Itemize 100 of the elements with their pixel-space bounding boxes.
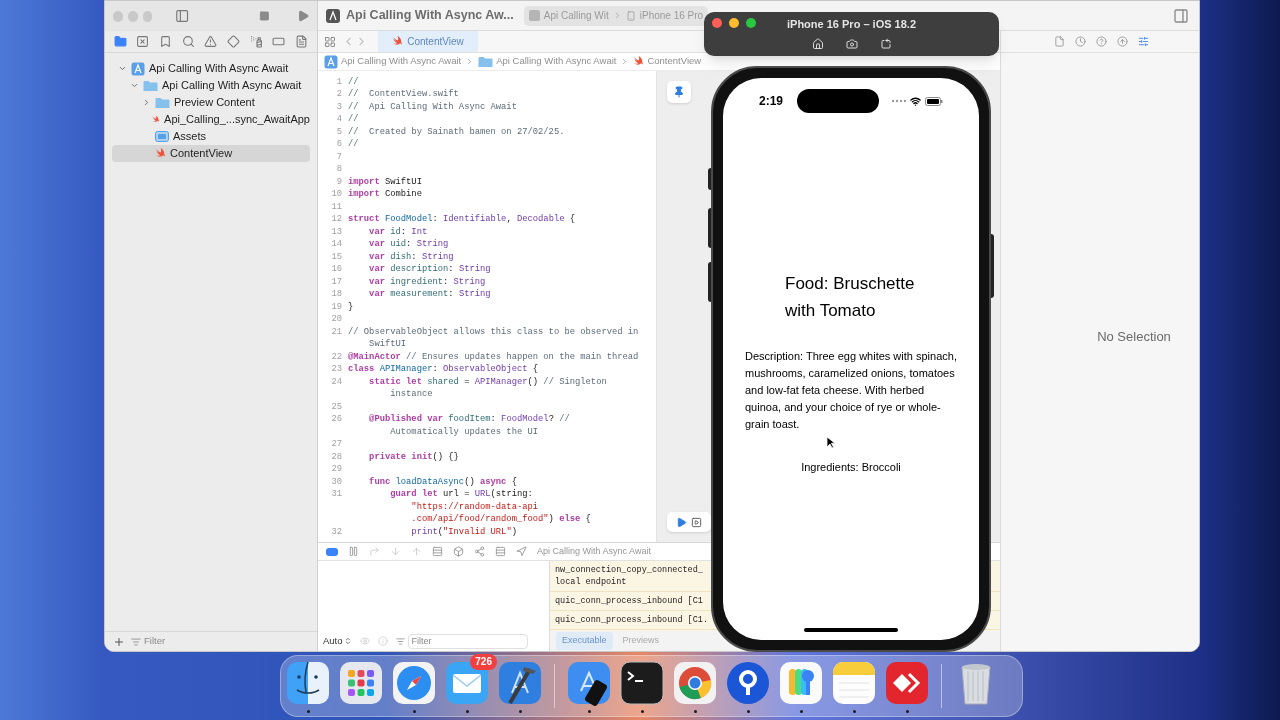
run-icon[interactable] bbox=[296, 9, 309, 23]
minimize-button[interactable] bbox=[729, 18, 739, 28]
chevron-right-icon[interactable] bbox=[142, 98, 151, 107]
running-indicator bbox=[412, 710, 416, 713]
line-number: 28 bbox=[331, 451, 342, 462]
bookmark-icon[interactable] bbox=[159, 35, 173, 48]
simulator-title: iPhone 16 Pro – iOS 18.2 bbox=[787, 17, 916, 32]
line-number: 24 bbox=[331, 376, 342, 387]
warning-icon[interactable] bbox=[204, 35, 218, 48]
home-icon[interactable] bbox=[811, 37, 824, 50]
clock-icon[interactable] bbox=[1075, 36, 1086, 47]
circle-ring-icon[interactable] bbox=[671, 659, 719, 707]
compass-icon[interactable] bbox=[390, 659, 438, 707]
line-number: 10 bbox=[331, 189, 342, 200]
layers-icon[interactable] bbox=[495, 546, 506, 557]
tree-item[interactable]: Api Calling With Async Await bbox=[112, 60, 310, 77]
sliders-icon[interactable] bbox=[1138, 36, 1149, 47]
terminal-icon[interactable] bbox=[618, 659, 666, 707]
line-number: 21 bbox=[331, 326, 342, 337]
filter-icon bbox=[395, 636, 405, 646]
code-line: print("Invalid URL") bbox=[410, 525, 517, 539]
debug-area-icon[interactable] bbox=[326, 547, 338, 556]
code-line: @Published var foodItem: FoodModel? // bbox=[368, 413, 570, 427]
grid-icon[interactable] bbox=[324, 35, 336, 48]
food-title: Food: Bruschette with Tomato bbox=[785, 273, 916, 322]
running-indicator bbox=[640, 710, 644, 713]
code-line: var dish: String bbox=[368, 250, 454, 264]
play-icon[interactable] bbox=[676, 516, 687, 528]
close-button[interactable] bbox=[712, 18, 722, 28]
app-grid-icon[interactable] bbox=[337, 659, 385, 707]
finder-icon[interactable] bbox=[284, 659, 332, 707]
tree-item[interactable]: Api Calling With Async Await bbox=[112, 77, 310, 94]
food-description: Description: Three egg whites with spinach, mushrooms, caramelized onions, tomatoes and low-fat feta cheese. With herbed quinoa, and your choice of rye or whole-grain toast. bbox=[745, 349, 957, 432]
project-icon bbox=[131, 61, 145, 76]
notepad-icon[interactable] bbox=[830, 659, 878, 707]
zoom-button[interactable] bbox=[746, 18, 756, 28]
device-icon[interactable] bbox=[691, 516, 702, 528]
nodes-icon[interactable] bbox=[474, 546, 485, 557]
code-line: instance bbox=[389, 388, 433, 402]
pause-icon[interactable] bbox=[348, 546, 359, 557]
spray-can-icon[interactable] bbox=[249, 35, 263, 48]
folder-icon[interactable] bbox=[113, 35, 127, 48]
code-line: // bbox=[348, 75, 359, 89]
code-line: .com/api/food/random_food") else { bbox=[410, 513, 591, 527]
screenshot-icon[interactable] bbox=[845, 37, 858, 50]
stop-icon[interactable] bbox=[258, 10, 270, 22]
swift-icon bbox=[155, 148, 166, 159]
line-number: 6 bbox=[336, 139, 342, 150]
line-number: 15 bbox=[331, 251, 342, 262]
line-number: 1 bbox=[336, 76, 342, 87]
code-line: import SwiftUI bbox=[348, 175, 422, 189]
arrow-circle-icon[interactable] bbox=[1117, 36, 1128, 47]
inspector-toggle-icon[interactable] bbox=[1173, 7, 1189, 24]
tree-item[interactable]: Preview Content bbox=[112, 94, 310, 111]
rectangle-icon[interactable] bbox=[272, 35, 286, 48]
diamond-icon[interactable] bbox=[227, 35, 241, 48]
line-number: 11 bbox=[331, 201, 342, 212]
code-line: struct FoodModel: Identifiable, Decodable { bbox=[348, 213, 576, 227]
keyhole-icon[interactable] bbox=[724, 659, 772, 707]
line-number: 12 bbox=[331, 214, 342, 225]
document-icon[interactable] bbox=[295, 35, 309, 48]
swift-icon bbox=[152, 114, 161, 125]
code-line: SwiftUI bbox=[368, 338, 407, 352]
help-icon[interactable] bbox=[1096, 36, 1107, 47]
location-icon[interactable] bbox=[516, 546, 527, 557]
search-icon[interactable] bbox=[181, 35, 195, 48]
signal-icon bbox=[892, 99, 906, 103]
pin-button[interactable] bbox=[667, 81, 691, 103]
code-line: // ObservableObject allows this class to be observed in bbox=[348, 325, 639, 339]
envelope-icon[interactable] bbox=[443, 659, 491, 707]
line-number: 25 bbox=[331, 401, 342, 412]
scope-selector[interactable]: Auto bbox=[323, 633, 352, 649]
hammer-icon[interactable] bbox=[496, 659, 544, 707]
code-line: static let shared = APIManager() // Singleton bbox=[368, 375, 607, 389]
sidebar-toggle-icon[interactable] bbox=[175, 8, 190, 24]
keys-icon[interactable] bbox=[777, 659, 825, 707]
tree-item[interactable]: Api_Calling_...sync_AwaitApp bbox=[112, 111, 310, 128]
x-square-icon[interactable] bbox=[136, 35, 150, 48]
add-icon[interactable] bbox=[113, 635, 125, 648]
folder-icon bbox=[478, 55, 494, 68]
line-number: 4 bbox=[336, 114, 342, 125]
tree-item[interactable]: Assets bbox=[112, 128, 310, 145]
updown-icon bbox=[343, 637, 352, 645]
running-indicator bbox=[306, 710, 310, 713]
rows-icon[interactable] bbox=[432, 546, 443, 557]
running-indicator bbox=[799, 710, 803, 713]
filter-field[interactable]: Filter bbox=[144, 634, 264, 649]
line-number: 26 bbox=[331, 414, 342, 425]
running-indicator bbox=[905, 710, 909, 713]
filter-field[interactable]: Filter bbox=[407, 633, 528, 649]
battery-icon bbox=[925, 96, 943, 106]
code-line: } bbox=[348, 300, 354, 314]
code-line: "https://random-data-api bbox=[410, 500, 539, 514]
file-icon[interactable] bbox=[1054, 36, 1065, 47]
breadcrumb-item[interactable]: Api Calling With Async Await bbox=[324, 54, 462, 69]
filter-icon bbox=[131, 636, 141, 647]
rotate-icon[interactable] bbox=[879, 37, 892, 50]
cube-icon[interactable] bbox=[453, 546, 464, 557]
tree-item[interactable]: ContentView bbox=[112, 145, 310, 162]
app-store-icon[interactable] bbox=[565, 659, 613, 707]
